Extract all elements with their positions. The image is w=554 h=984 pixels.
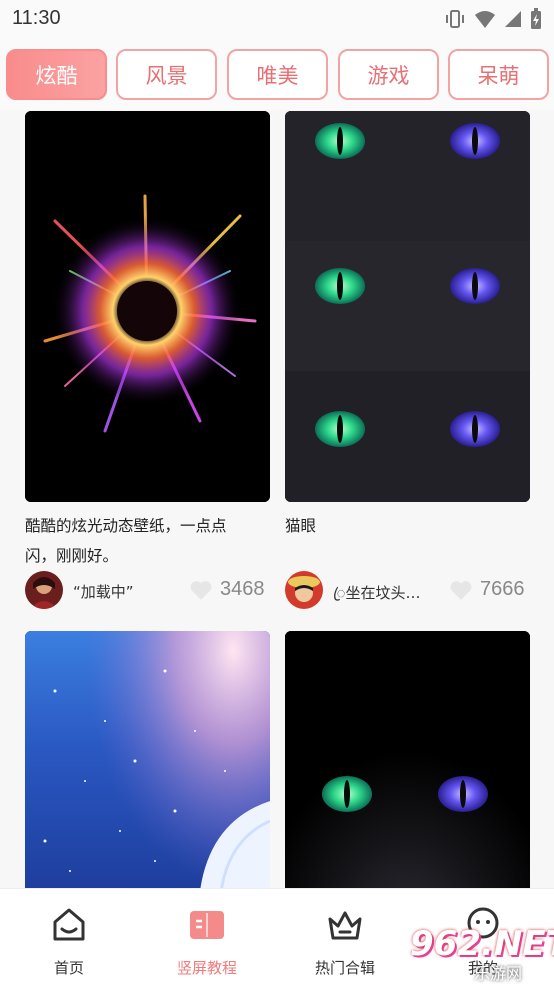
tab-cute[interactable]: 呆萌 [448,49,549,100]
tab-label: 风景 [145,63,188,88]
tab-game[interactable]: 游戏 [338,49,439,100]
crown-icon [328,911,362,940]
book-icon [190,911,224,939]
wallpaper-title: 酷酷的炫光动态壁纸，一点点 闪，刚刚好。 [25,511,270,571]
wallpaper-feed[interactable]: 酷酷的炫光动态壁纸，一点点 闪，刚刚好。 “加载中” 3468 猫眼 ꦿ坐在坟头… [0,110,554,888]
avatar[interactable] [285,571,323,609]
author-name[interactable]: “加载中” [73,581,173,602]
like-count: 3468 [220,578,265,600]
status-time: 11:30 [12,7,61,29]
nav-collections[interactable]: 热门合辑 [276,889,414,984]
title-line: 闪，刚刚好。 [25,547,119,565]
title-line: 猫眼 [285,517,317,535]
watermark-sub: 乐游网 [474,964,523,983]
avatar[interactable] [25,571,63,609]
home-icon [53,908,85,941]
tab-aesthetic[interactable]: 唯美 [227,49,328,100]
watermark-brand: 962.NET [410,924,554,964]
author-row: “加载中” 3468 [25,571,270,609]
author-row: ꦿ坐在坟头… 7666 [285,571,530,609]
tab-scenery[interactable]: 风景 [116,49,217,100]
tab-cool[interactable]: 炫酷 [6,49,107,100]
tab-label: 炫酷 [35,63,78,88]
heart-icon[interactable] [448,577,474,603]
nav-home[interactable]: 首页 [0,889,138,984]
wallpaper-thumbnail[interactable] [25,631,270,888]
nav-label: 首页 [53,959,84,977]
tab-label: 呆萌 [477,63,520,88]
status-bar: 11:30 [0,0,554,38]
wallpaper-title: 猫眼 [285,511,530,541]
vibrate-icon [446,10,464,28]
author-name[interactable]: ꦿ坐在坟头… [333,581,433,612]
wallpaper-thumbnail[interactable] [285,631,530,888]
like-count: 7666 [480,578,525,600]
nav-label: 热门合辑 [314,959,375,977]
tab-label: 游戏 [367,63,410,88]
wallpaper-thumbnail[interactable] [285,111,530,502]
watermark-logo: 962.NET 乐游网 [410,924,554,983]
tab-label: 唯美 [256,63,299,88]
title-line: 酷酷的炫光动态壁纸，一点点 [25,517,227,535]
wallpaper-thumbnail[interactable] [25,111,270,502]
status-icons [444,8,542,30]
nav-label: 竖屏教程 [176,959,237,977]
battery-icon [531,8,541,29]
nav-tutorial[interactable]: 竖屏教程 [138,889,276,984]
signal-icon [505,11,521,27]
category-tabs: 炫酷 风景 唯美 游戏 呆萌 [0,38,554,110]
heart-icon[interactable] [188,577,214,603]
wifi-icon [475,11,495,28]
